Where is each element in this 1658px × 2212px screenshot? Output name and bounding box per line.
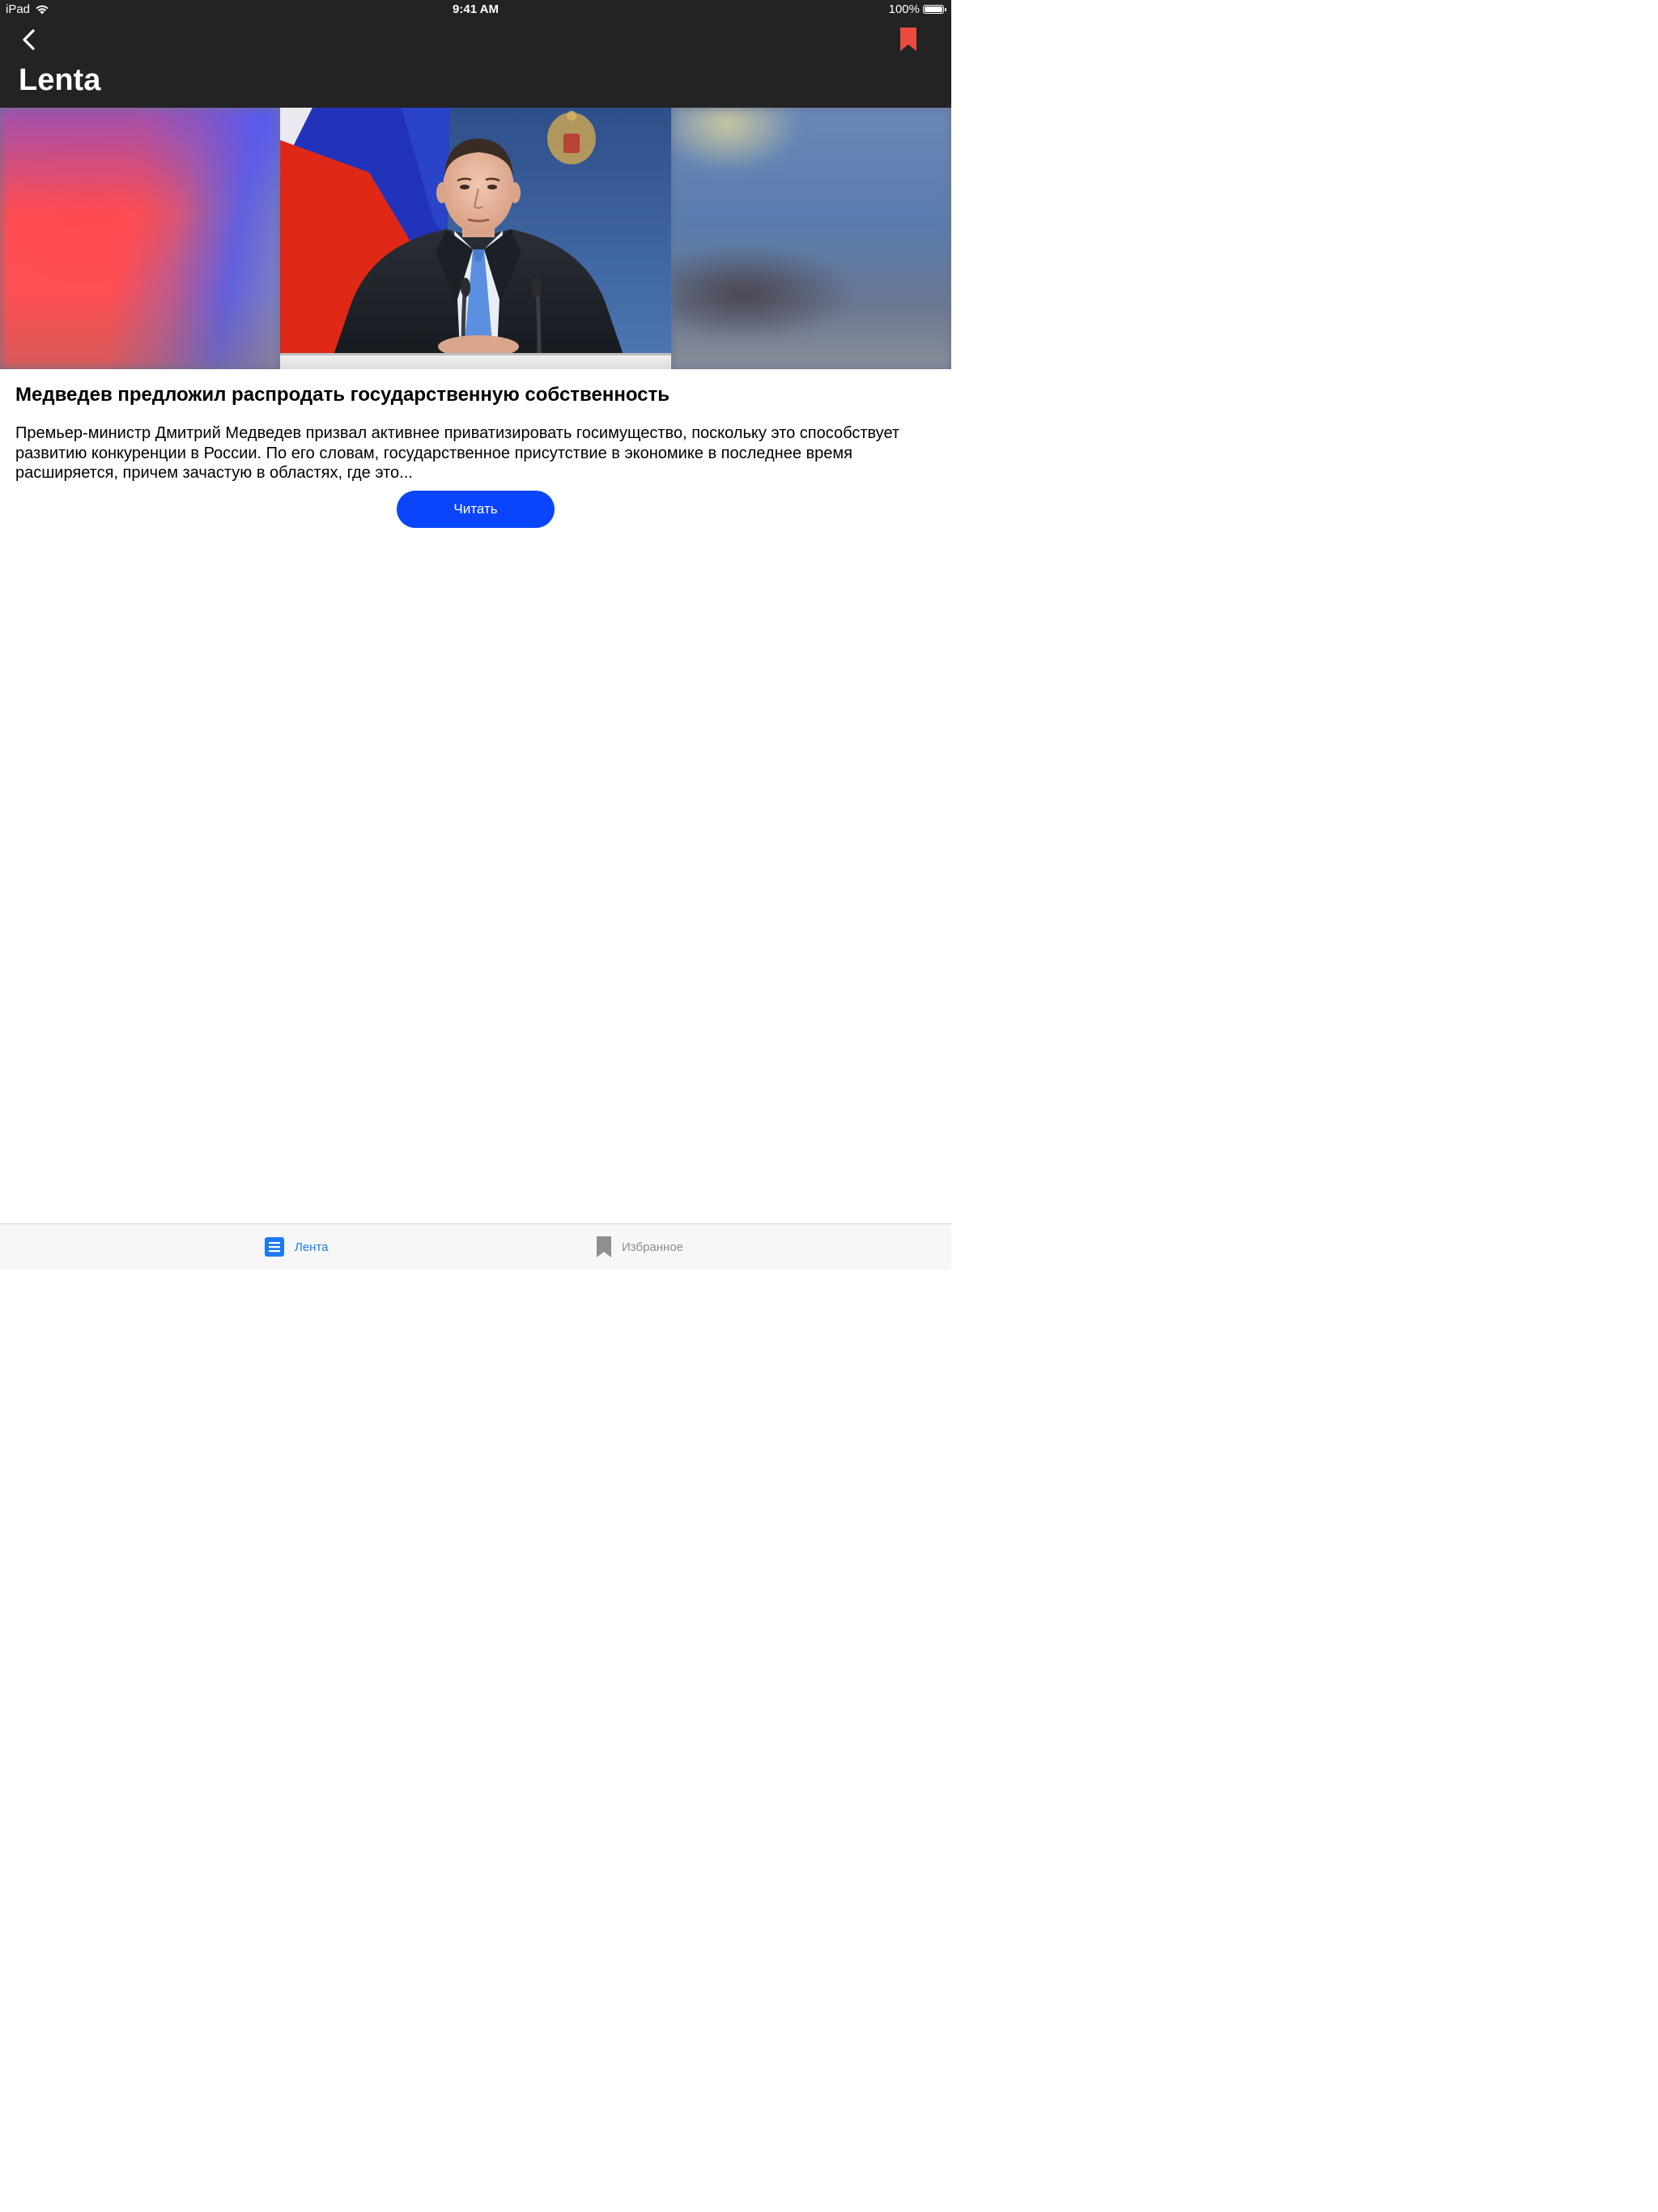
read-button[interactable]: Читать <box>397 491 555 528</box>
tab-feed-label: Лента <box>295 1240 329 1254</box>
chevron-left-icon <box>23 29 35 50</box>
battery-level <box>925 6 942 12</box>
bookmark-icon <box>597 1236 611 1257</box>
status-time: 9:41 AM <box>453 2 499 16</box>
list-icon <box>265 1237 284 1257</box>
tab-favorites-label: Избранное <box>622 1240 684 1254</box>
bookmark-icon <box>900 28 916 51</box>
hero-blurred-backdrop-left <box>0 108 280 369</box>
tab-feed[interactable]: Лента <box>264 1224 329 1270</box>
article-title[interactable]: Медведев предложил распродать государств… <box>15 384 938 406</box>
tab-bar: Лента Избранное <box>0 1223 951 1270</box>
hero-blurred-backdrop-right <box>671 108 951 369</box>
battery-icon <box>923 5 946 14</box>
app-screen: iPad 9:41 AM 100% Lenta Медведев предлож… <box>0 0 951 1270</box>
back-button[interactable] <box>18 26 42 53</box>
battery-percentage: 100% <box>888 2 920 16</box>
article-photo <box>280 108 671 369</box>
navigation-bar: iPad 9:41 AM 100% Lenta <box>0 0 951 108</box>
tab-favorites[interactable]: Избранное <box>596 1224 683 1270</box>
article-hero-image <box>0 108 951 369</box>
page-title: Lenta <box>19 63 101 97</box>
bookmark-button[interactable] <box>899 27 918 53</box>
status-bar-right: 100% <box>888 2 946 16</box>
article-summary: Премьер-министр Дмитрий Медведев призвал… <box>15 424 900 482</box>
